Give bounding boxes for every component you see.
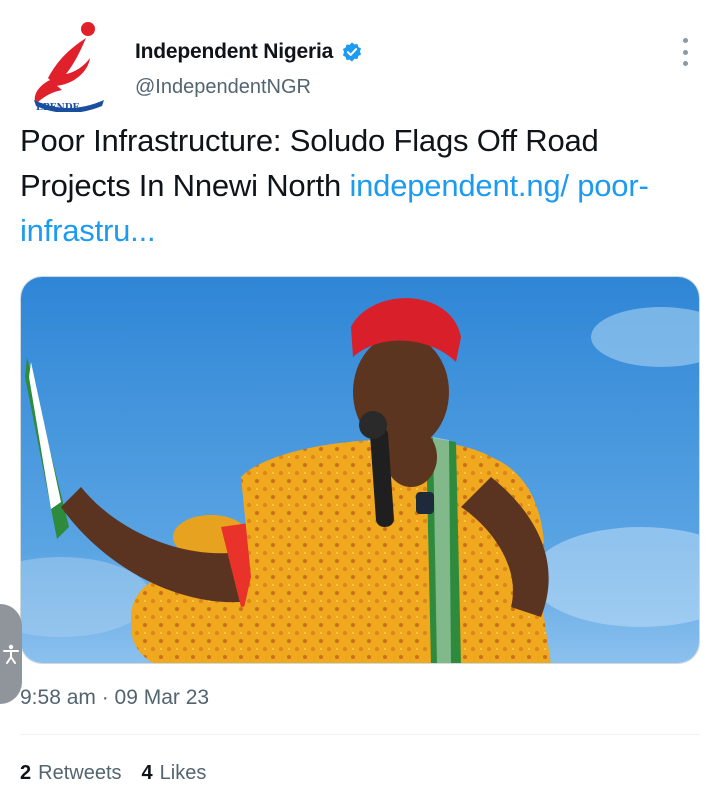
tweet-media-image[interactable] [20,276,700,664]
tweet-card[interactable]: EPENDE Independent Nigeria @IndependentN… [0,0,720,801]
retweets-label: Retweets [38,762,122,784]
verified-badge-icon [342,42,362,62]
tweet-author[interactable]: Independent Nigeria @IndependentNGR [135,40,363,99]
accessibility-tab[interactable] [0,604,22,704]
retweets-stat[interactable]: 2 Retweets [20,762,122,785]
more-options-icon[interactable] [676,38,694,66]
account-avatar[interactable]: EPENDE [28,20,108,113]
likes-stat[interactable]: 4 Likes [142,762,207,785]
divider [20,734,700,735]
account-handle[interactable]: @IndependentNGR [135,76,363,99]
independent-logo-icon: EPENDE [34,22,104,113]
likes-label: Likes [159,762,207,784]
likes-count: 4 [141,762,153,784]
display-name[interactable]: Independent Nigeria [135,40,333,64]
svg-text:EPENDE: EPENDE [36,103,80,112]
retweets-count: 2 [20,762,32,784]
accessibility-icon [3,644,19,664]
tweet-text: Poor Infrastructure: Soludo Flags Off Ro… [20,118,680,253]
media-photo [21,277,699,663]
tweet-stats: 2 Retweets 4 Likes [20,762,206,785]
tweet-timestamp[interactable]: 9:58 am · 09 Mar 23 [20,686,209,710]
